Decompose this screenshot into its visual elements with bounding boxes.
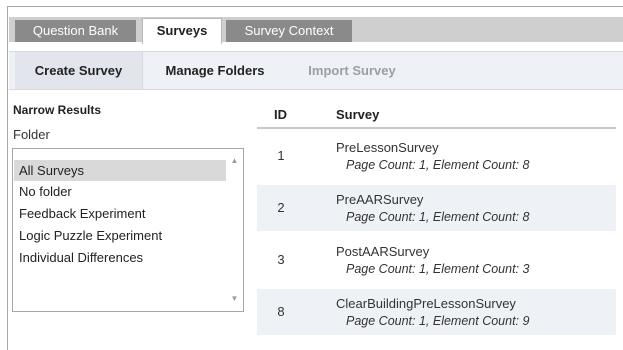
survey-table-header: ID Survey — [257, 97, 616, 129]
scroll-down-arrow-icon[interactable]: ▼ — [226, 291, 243, 307]
survey-meta: Page Count: 1, Element Count: 8 — [346, 210, 530, 224]
narrow-results-heading: Narrow Results — [13, 103, 102, 117]
survey-meta: Page Count: 1, Element Count: 3 — [346, 262, 530, 276]
folder-item-feedback-experiment[interactable]: Feedback Experiment — [14, 203, 226, 224]
survey-meta: Page Count: 1, Element Count: 8 — [346, 158, 530, 172]
folder-item-no-folder[interactable]: No folder — [14, 181, 226, 202]
survey-meta: Page Count: 1, Element Count: 9 — [346, 314, 530, 328]
folder-list-scrollbar[interactable]: ▲ ▼ — [226, 149, 243, 311]
folder-label: Folder — [13, 127, 50, 142]
tab-question-bank[interactable]: Question Bank — [15, 20, 136, 42]
folder-listbox[interactable]: All Surveys No folder Feedback Experimen… — [12, 148, 244, 312]
action-toolbar: Create Survey Manage Folders Import Surv… — [9, 51, 623, 90]
tab-survey-context[interactable]: Survey Context — [226, 20, 352, 42]
table-row[interactable]: 2 PreAARSurvey Page Count: 1, Element Co… — [257, 185, 616, 231]
survey-id: 1 — [277, 148, 285, 163]
survey-id: 3 — [277, 252, 285, 267]
table-row[interactable]: 8 ClearBuildingPreLessonSurvey Page Coun… — [257, 289, 616, 335]
scroll-up-arrow-icon[interactable]: ▲ — [226, 153, 243, 169]
survey-name: ClearBuildingPreLessonSurvey — [336, 296, 516, 311]
survey-name: PreLessonSurvey — [336, 140, 439, 155]
survey-name: PreAARSurvey — [336, 192, 424, 207]
column-header-id[interactable]: ID — [274, 107, 287, 122]
survey-name: PostAARSurvey — [336, 244, 430, 259]
folder-item-all-surveys[interactable]: All Surveys — [14, 160, 226, 181]
survey-id: 2 — [277, 200, 285, 215]
manage-folders-button[interactable]: Manage Folders — [144, 52, 286, 89]
survey-id: 8 — [277, 304, 285, 319]
import-survey-button[interactable]: Import Survey — [292, 52, 412, 89]
folder-item-individual-differences[interactable]: Individual Differences — [14, 247, 226, 268]
table-row[interactable]: 3 PostAARSurvey Page Count: 1, Element C… — [257, 237, 616, 283]
tab-surveys[interactable]: Surveys — [142, 18, 222, 44]
tab-bar: Question Bank Surveys Survey Context — [9, 7, 623, 44]
column-header-survey[interactable]: Survey — [336, 107, 379, 122]
folder-item-logic-puzzle-experiment[interactable]: Logic Puzzle Experiment — [14, 225, 226, 246]
create-survey-button[interactable]: Create Survey — [15, 52, 143, 89]
table-row[interactable]: 1 PreLessonSurvey Page Count: 1, Element… — [257, 133, 616, 179]
